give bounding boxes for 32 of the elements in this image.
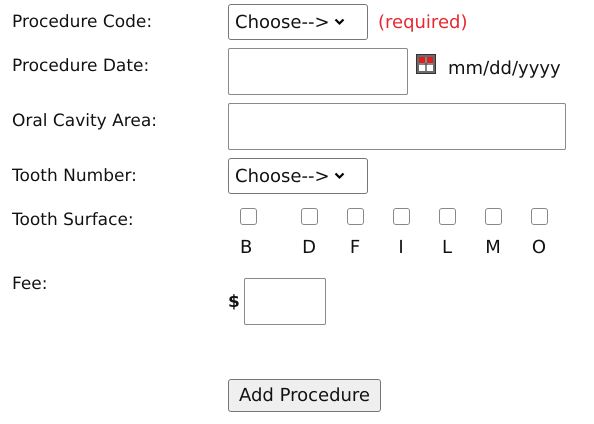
checkbox[interactable] [484, 208, 502, 225]
checkbox[interactable] [346, 208, 364, 225]
field-label: Tooth Surface: [12, 209, 135, 230]
text-input[interactable] [228, 103, 566, 150]
field-label: Oral Cavity Area: [12, 110, 158, 131]
checkbox[interactable] [392, 208, 410, 225]
add-procedure-button[interactable]: Add Procedure [228, 379, 382, 412]
date-format-hint: mm/dd/yyyy [448, 58, 561, 79]
field-label: Procedure Code: [12, 11, 154, 32]
dropdown[interactable]: Choose--> [228, 4, 368, 40]
field-label: Procedure Date: [12, 55, 150, 76]
fee-input[interactable] [244, 278, 326, 325]
checkbox-label: I [398, 237, 404, 258]
checkbox-label: F [350, 237, 360, 258]
date-input[interactable] [228, 48, 408, 95]
currency-symbol: $ [228, 292, 240, 312]
caret-icon [334, 18, 345, 26]
checkbox[interactable] [240, 208, 257, 225]
field-label: Fee: [12, 273, 48, 294]
checkbox[interactable] [530, 208, 548, 225]
checkbox[interactable] [300, 208, 318, 225]
checkbox-label: B [240, 237, 252, 258]
field-label: Tooth Number: [12, 165, 138, 186]
caret-icon [334, 172, 345, 180]
dropdown[interactable]: Choose--> [228, 158, 368, 194]
checkbox-label: M [485, 237, 501, 258]
required-note: (required) [378, 12, 468, 32]
checkbox-label: O [532, 237, 546, 258]
checkbox-label: L [442, 237, 452, 258]
checkbox-label: D [302, 237, 316, 258]
calendar-icon[interactable] [416, 54, 436, 74]
checkbox[interactable] [438, 208, 456, 225]
